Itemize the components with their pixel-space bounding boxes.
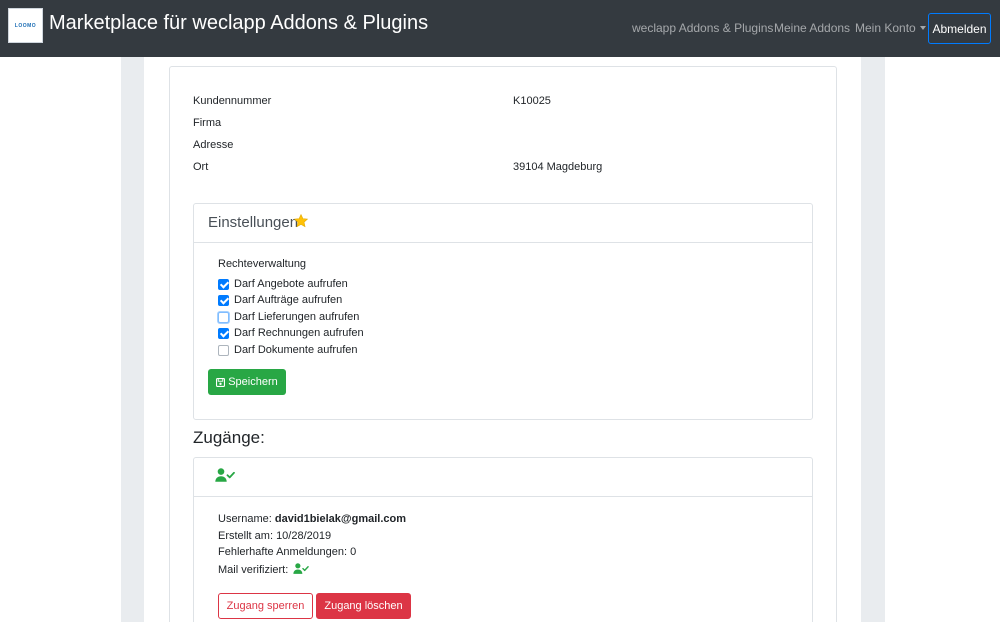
mail-verified-line: Mail verifiziert: bbox=[218, 563, 310, 576]
star-icon bbox=[293, 213, 309, 228]
permission-offers[interactable]: Darf Angebote aufrufen bbox=[218, 277, 348, 291]
customer-number-label: Kundennummer bbox=[193, 95, 272, 107]
checkbox-orders[interactable] bbox=[218, 294, 229, 306]
save-button-label: Speichern bbox=[228, 376, 278, 388]
lock-access-button[interactable]: Zugang sperren bbox=[218, 593, 313, 619]
permission-orders[interactable]: Darf Aufträge aufrufen bbox=[218, 293, 342, 307]
access-card-header bbox=[194, 458, 812, 497]
access-heading: Zugänge: bbox=[193, 428, 265, 447]
username-value: david1bielak@gmail.com bbox=[274, 513, 407, 525]
save-button[interactable]: Speichern bbox=[208, 369, 286, 395]
nav-link-addons-plugins[interactable]: weclapp Addons & Plugins bbox=[632, 21, 773, 35]
permission-orders-label: Darf Aufträge aufrufen bbox=[234, 294, 343, 306]
permission-offers-label: Darf Angebote aufrufen bbox=[234, 278, 348, 290]
mail-verified-label: Mail verifiziert: bbox=[218, 564, 289, 576]
settings-title: Einstellungen bbox=[208, 214, 299, 231]
checkbox-invoices[interactable] bbox=[218, 327, 229, 339]
customer-number-value: K10025 bbox=[513, 95, 551, 107]
user-check-icon bbox=[215, 468, 235, 482]
floppy-disk-icon bbox=[216, 377, 226, 387]
page-side-strip-right bbox=[861, 57, 885, 622]
logo-text: LOOMO bbox=[14, 23, 37, 29]
logout-button[interactable]: Abmelden bbox=[928, 13, 991, 44]
username-line: Username: david1bielak@gmail.com bbox=[218, 513, 406, 525]
checkbox-offers[interactable] bbox=[218, 278, 229, 290]
checkbox-documents[interactable] bbox=[218, 344, 229, 356]
brand-logo[interactable]: LOOMO bbox=[8, 8, 43, 43]
nav-link-my-addons[interactable]: Meine Addons bbox=[774, 21, 850, 35]
created-date: Erstellt am: 10/28/2019 bbox=[218, 530, 332, 542]
top-navbar: LOOMO Marketplace für weclapp Addons & P… bbox=[0, 0, 1000, 57]
nav-dropdown-label: Mein Konto bbox=[855, 21, 916, 35]
address-label: Adresse bbox=[193, 139, 234, 151]
caret-down-icon bbox=[919, 26, 926, 30]
delete-access-button[interactable]: Zugang löschen bbox=[316, 593, 411, 619]
permission-deliveries-label: Darf Lieferungen aufrufen bbox=[234, 311, 360, 323]
brand-title[interactable]: Marketplace für weclapp Addons & Plugins bbox=[49, 12, 428, 35]
permission-invoices-label: Darf Rechnungen aufrufen bbox=[234, 327, 364, 339]
company-label: Firma bbox=[193, 117, 222, 129]
failed-logins: Fehlerhafte Anmeldungen: 0 bbox=[218, 546, 357, 558]
permission-documents[interactable]: Darf Dokumente aufrufen bbox=[218, 343, 358, 357]
permission-invoices[interactable]: Darf Rechnungen aufrufen bbox=[218, 326, 364, 340]
checkbox-deliveries[interactable] bbox=[218, 311, 229, 323]
username-label: Username: bbox=[218, 513, 272, 525]
city-value: 39104 Magdeburg bbox=[513, 161, 603, 173]
verified-user-check-icon bbox=[293, 563, 310, 574]
settings-card-header: Einstellungen bbox=[194, 204, 812, 243]
permission-documents-label: Darf Dokumente aufrufen bbox=[234, 344, 358, 356]
nav-dropdown-my-account[interactable]: Mein Konto bbox=[855, 21, 926, 35]
permission-deliveries[interactable]: Darf Lieferungen aufrufen bbox=[218, 310, 359, 324]
page-side-strip-left bbox=[121, 57, 144, 622]
permissions-heading: Rechteverwaltung bbox=[218, 258, 307, 270]
city-label: Ort bbox=[193, 161, 209, 173]
